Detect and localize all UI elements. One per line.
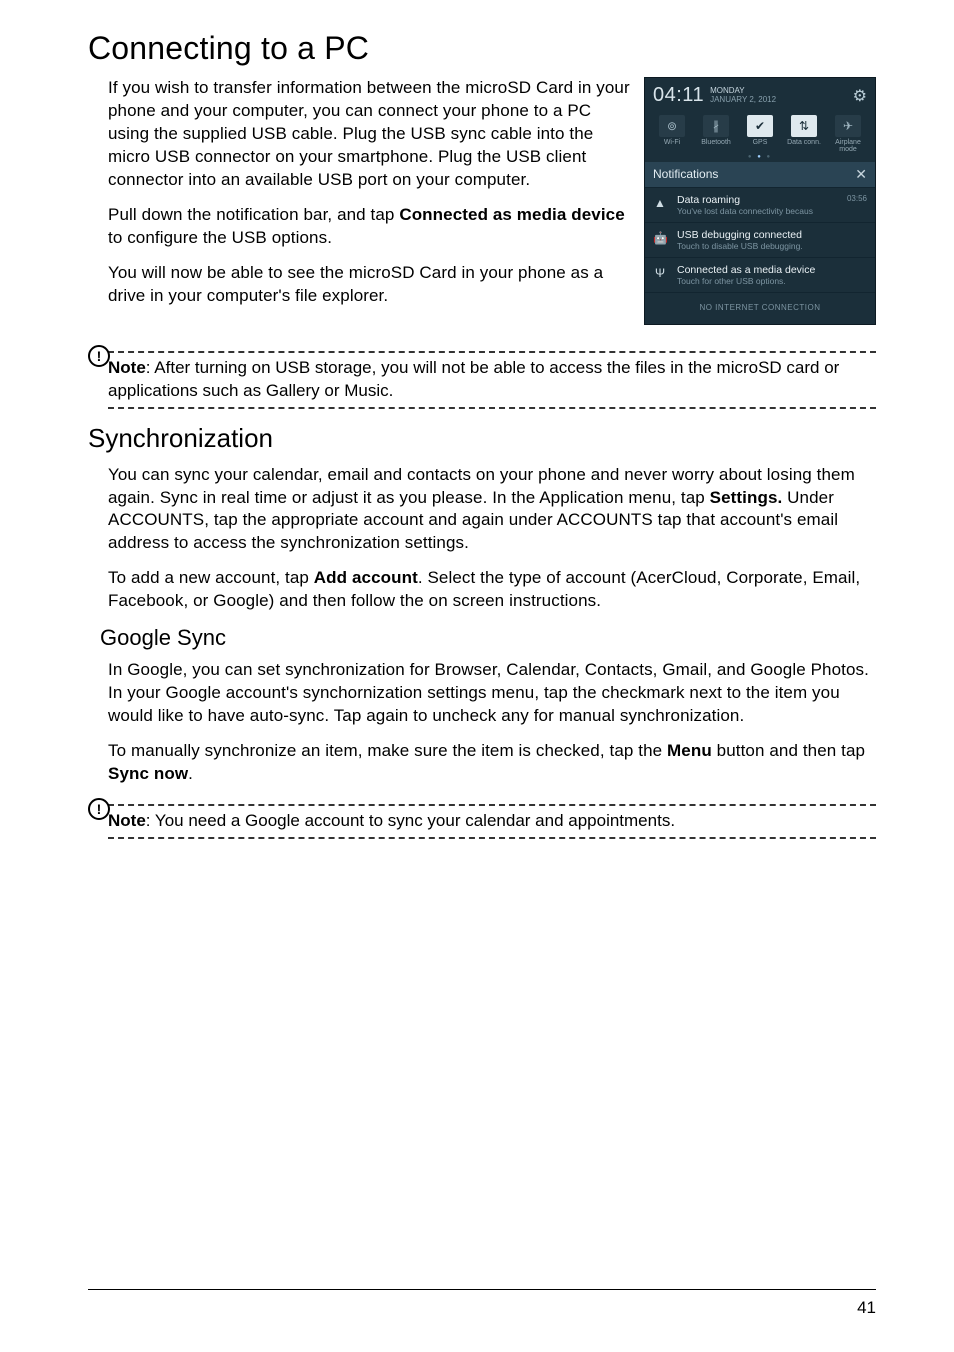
page-number: 41 [857, 1298, 876, 1318]
para-google-sync: In Google, you can set synchronization f… [108, 659, 876, 728]
toggle-air-label: Airplane mode [827, 139, 869, 154]
toggle-data: ⇅Data conn. [783, 115, 825, 154]
warning-icon: ▲ [653, 196, 667, 210]
notification-data-roaming: ▲ Data roaming You've lost data connecti… [645, 187, 875, 222]
close-icon: ✕ [855, 166, 867, 183]
usb-icon: Ψ [653, 266, 667, 280]
toggle-wifi-label: Wi-Fi [664, 139, 680, 146]
screenshot-date: MONDAY JANUARY 2, 2012 [710, 87, 776, 104]
text-span: to configure the USB options. [108, 228, 332, 247]
toggle-bluetooth: ∦Bluetooth [695, 115, 737, 154]
notifications-header: Notifications [653, 167, 718, 181]
text-span: button and then tap [712, 741, 865, 760]
toggle-wifi: ⊚Wi-Fi [651, 115, 693, 154]
text-bold: Menu [667, 741, 712, 760]
text-bold: Sync now [108, 764, 188, 783]
alert-icon: ! [88, 798, 110, 820]
heading-connecting-to-pc: Connecting to a PC [88, 30, 876, 67]
notif-time: 03:56 [847, 194, 867, 203]
notif-title: USB debugging connected [677, 229, 867, 241]
notification-usb-debug: 🤖 USB debugging connected Touch to disab… [645, 222, 875, 257]
toggle-bt-label: Bluetooth [701, 139, 731, 146]
alert-icon: ! [88, 345, 110, 367]
note-usb-storage: ! Note: After turning on USB storage, yo… [88, 351, 876, 409]
toggle-airplane: ✈Airplane mode [827, 115, 869, 154]
phone-screenshot: 04:11 MONDAY JANUARY 2, 2012 ⚙ ⊚Wi-Fi ∦B… [644, 77, 876, 325]
text-span: To add a new account, tap [108, 568, 314, 587]
notif-title: Data roaming [677, 194, 837, 206]
footer-rule [88, 1289, 876, 1290]
notification-media-device: Ψ Connected as a media device Touch for … [645, 257, 875, 292]
note-google-account: ! Note: You need a Google account to syn… [88, 804, 876, 839]
text-span: To manually synchronize an item, make su… [108, 741, 667, 760]
note-body: : After turning on USB storage, you will… [108, 358, 839, 400]
text-bold: Add account [314, 568, 418, 587]
text-span: Pull down the notification bar, and tap [108, 205, 399, 224]
toggle-gps-label: GPS [753, 139, 768, 146]
toggle-data-label: Data conn. [787, 139, 821, 146]
text-bold: Settings. [710, 488, 783, 507]
page-dots: ● ● ● [645, 154, 875, 160]
para-manual-sync: To manually synchronize an item, make su… [108, 740, 876, 786]
notif-sub: Touch to disable USB debugging. [677, 241, 867, 251]
notif-sub: Touch for other USB options. [677, 276, 867, 286]
settings-icon: ⚙ [853, 86, 867, 106]
para-sync-intro: You can sync your calendar, email and co… [108, 464, 876, 556]
notif-sub: You've lost data connectivity becaus [677, 206, 837, 216]
heading-synchronization: Synchronization [88, 423, 876, 454]
android-icon: 🤖 [653, 231, 667, 245]
note-label: Note [108, 358, 146, 377]
text-bold: Connected as media device [399, 205, 624, 224]
screenshot-date-full: JANUARY 2, 2012 [710, 95, 776, 104]
text-span: . [188, 764, 193, 783]
heading-google-sync: Google Sync [100, 625, 876, 651]
note-body: : You need a Google account to sync your… [146, 811, 675, 830]
toggle-gps: ✔GPS [739, 115, 781, 154]
note-label: Note [108, 811, 146, 830]
no-connection-label: NO INTERNET CONNECTION [645, 292, 875, 324]
para-add-account: To add a new account, tap Add account. S… [108, 567, 876, 613]
notif-title: Connected as a media device [677, 264, 867, 276]
screenshot-time: 04:11 [653, 84, 704, 107]
